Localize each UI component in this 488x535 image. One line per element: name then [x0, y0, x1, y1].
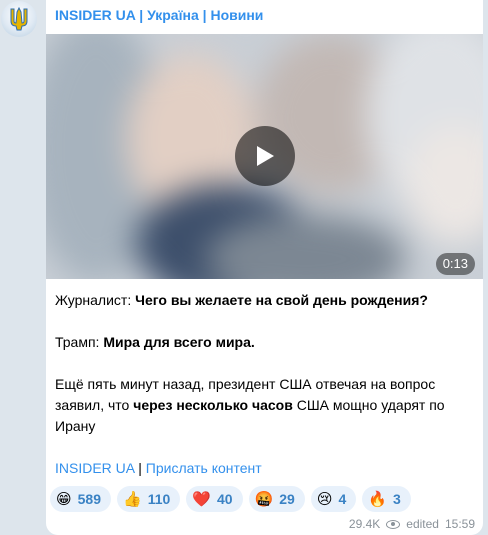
crying-face-icon: 😢 — [316, 489, 333, 508]
thumbs-up-icon: 👍 — [123, 489, 142, 508]
channel-avatar[interactable] — [1, 1, 37, 37]
edited-label: edited — [406, 517, 439, 531]
play-button[interactable] — [235, 126, 295, 186]
text-line-journalist: Журналист: Чего вы желаете на свой день … — [55, 290, 475, 311]
reaction-count: 3 — [392, 491, 401, 507]
channel-link[interactable]: INSIDER UA — [55, 460, 134, 476]
message-text: Журналист: Чего вы желаете на свой день … — [55, 290, 475, 479]
reactions-bar: 😁 589 👍 110 ❤️ 40 🤬 29 😢 4 🔥 3 — [50, 486, 411, 512]
submit-content-link[interactable]: Прислать контент — [146, 460, 262, 476]
grinning-face-icon: 😁 — [56, 489, 72, 508]
text-prefix: Трамп: — [55, 334, 104, 350]
text-line-trump: Трамп: Мира для всего мира. — [55, 332, 475, 353]
reaction-heart[interactable]: ❤️ 40 — [186, 486, 243, 512]
reaction-crying[interactable]: 😢 4 — [310, 486, 357, 512]
reaction-count: 110 — [147, 491, 171, 507]
reaction-angry[interactable]: 🤬 29 — [248, 486, 305, 512]
footer-separator: | — [134, 460, 146, 476]
reaction-count: 589 — [77, 491, 101, 507]
angry-face-icon: 🤬 — [254, 489, 274, 508]
play-icon — [257, 146, 274, 166]
trident-icon — [10, 6, 28, 31]
reaction-thumbs-up[interactable]: 👍 110 — [117, 486, 181, 512]
channel-name[interactable]: INSIDER UA | Україна | Новини — [55, 7, 263, 23]
video-duration: 0:13 — [435, 253, 475, 275]
text-prefix: Журналист: — [55, 292, 136, 308]
text-bold: Чего вы желаете на свой день рождения? — [135, 292, 428, 308]
eye-icon — [386, 519, 401, 529]
text-bold: Мира для всего мира. — [103, 334, 255, 350]
text-paragraph: Ещё пять минут назад, президент США отве… — [55, 374, 475, 437]
message-bubble: INSIDER UA | Україна | Новини 0:13 Журна… — [46, 0, 483, 535]
reaction-fire[interactable]: 🔥 3 — [362, 486, 411, 512]
video-player[interactable]: 0:13 — [46, 34, 483, 279]
text-bold: через несколько часов — [133, 397, 293, 413]
fire-icon: 🔥 — [368, 489, 387, 508]
view-count: 29.4K — [348, 517, 381, 531]
message-time: 15:59 — [444, 517, 475, 531]
text-footer: INSIDER UA | Прислать контент — [55, 458, 475, 479]
red-heart-icon: ❤️ — [192, 489, 211, 508]
reaction-count: 40 — [216, 491, 233, 507]
reaction-count: 29 — [279, 491, 295, 507]
reaction-count: 4 — [338, 491, 347, 507]
message-meta: 29.4K edited 15:59 — [349, 517, 475, 531]
reaction-grinning[interactable]: 😁 589 — [50, 486, 111, 512]
